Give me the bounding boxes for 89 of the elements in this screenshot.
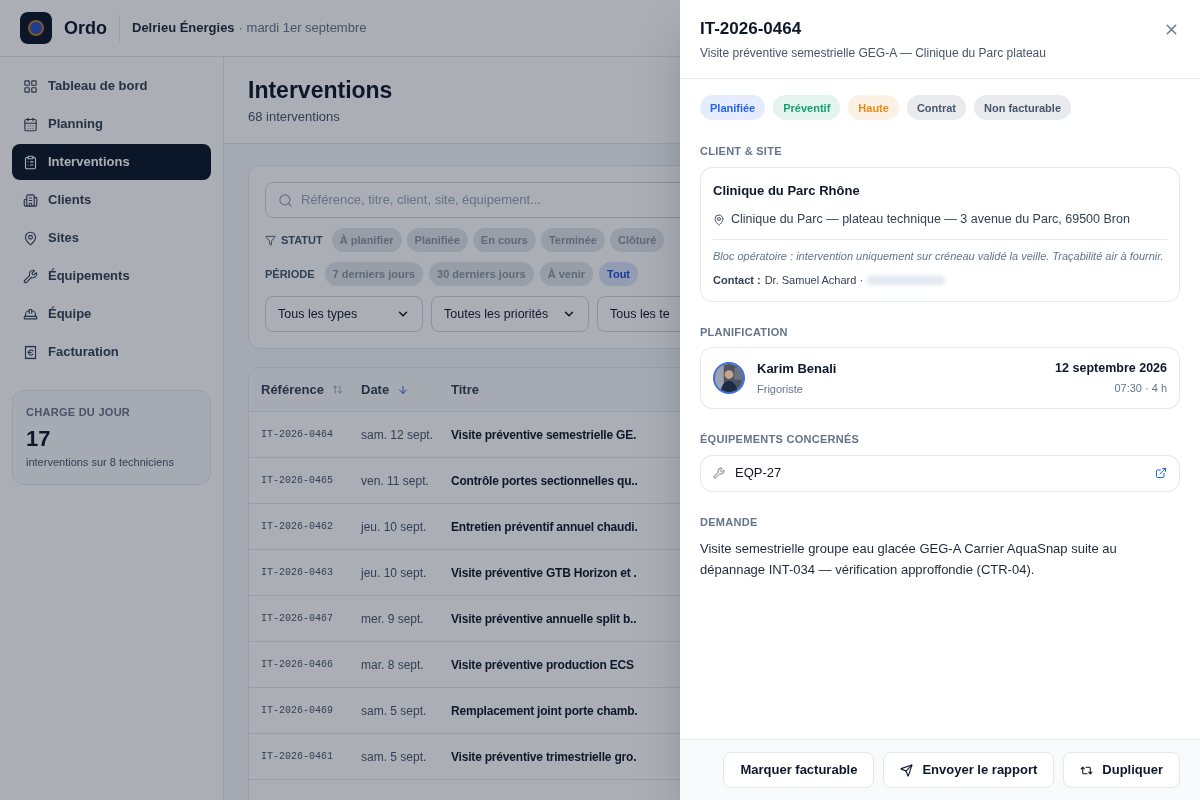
tag: Haute — [848, 95, 899, 121]
date-cell-text: sam. 5 sept. — [361, 748, 428, 766]
contact-name: Dr. Samuel Achard · — [764, 273, 864, 288]
equipment-row[interactable]: EQP-27 — [700, 454, 1180, 492]
column-header[interactable]: Date — [361, 379, 390, 400]
contact-label: Contact : — [713, 273, 761, 288]
drawer-title: IT-2026-0464 — [700, 18, 803, 40]
load-value: 17 — [26, 424, 52, 452]
date-cell-text: ven. 11 sept. — [361, 472, 430, 490]
reference-cell-text: IT-2026-0461 — [261, 750, 334, 764]
helmet-icon — [23, 306, 38, 322]
pin-icon — [23, 230, 38, 246]
sidebar-item[interactable]: Équipe — [12, 296, 211, 332]
tag: Planifiée — [700, 95, 766, 121]
reference-cell-text: IT-2026-0464 — [261, 428, 334, 442]
title-cell-text: Visite préventive GTB Horizon et . — [451, 564, 637, 582]
title-cell-text: Visite préventive annuelle split b.. — [451, 610, 637, 628]
sidebar-item[interactable]: Sites — [12, 220, 211, 256]
period-label: PÉRIODE — [265, 266, 315, 282]
sidebar-item[interactable]: Interventions — [12, 144, 211, 180]
client-name: Clinique du Parc Rhône — [713, 181, 861, 200]
reference-cell-text: IT-2026-0462 — [261, 520, 334, 534]
title-cell-text: Visite préventive trimestrielle gro. — [451, 748, 637, 766]
reference-cell-text: IT-2026-0465 — [261, 474, 334, 488]
reference-cell-text: IT-2026-0467 — [261, 612, 334, 626]
external-link-icon[interactable] — [1155, 467, 1167, 479]
sidebar-item[interactable]: Planning — [12, 106, 211, 142]
sidebar-item[interactable]: Facturation — [12, 334, 211, 370]
filter-icon — [265, 234, 276, 246]
action-button[interactable]: Envoyer le rapport — [883, 752, 1055, 788]
logo-icon — [20, 12, 52, 44]
site-address: Clinique du Parc — plateau technique — 3 avenue du Parc, 69500 Bron — [731, 211, 1130, 229]
page-title: Interventions — [248, 76, 394, 105]
receipt-icon — [23, 344, 38, 360]
date-cell-text: sam. 12 sept. — [361, 426, 435, 444]
send-icon — [900, 763, 914, 777]
date-cell-text: jeu. 10 sept. — [361, 564, 428, 582]
technician-name: Karim Benali — [757, 360, 838, 378]
card-title: CHARGE DU JOUR — [26, 405, 132, 420]
pin-icon — [713, 213, 725, 226]
tag: Contrat — [906, 95, 966, 121]
sidebar-item[interactable]: Tableau de bord — [12, 68, 211, 104]
wrench-icon — [713, 467, 725, 479]
site-note: Bloc opératoire : intervention uniquement sur créneau validé la veille. Traçabilité air à fournir. — [713, 249, 1165, 264]
request-text: Visite semestrielle groupe eau glacée GEG-A Carrier AquaSnap suite au dépannage INT-034 — vérification approffondie (CTR-04). — [700, 540, 1118, 579]
calendar-icon — [23, 116, 38, 132]
date-cell-text: mar. 8 sept. — [361, 656, 425, 674]
equipment-code: EQP-27 — [735, 464, 783, 483]
company-name: Delrieu Énergies — [132, 19, 235, 38]
column-header[interactable]: Titre — [451, 379, 479, 400]
column-header[interactable]: Référence — [261, 379, 324, 400]
planned-time: 07:30 · 4 h — [1113, 381, 1167, 397]
app-name: Ordo — [64, 14, 120, 42]
building-icon — [23, 192, 38, 208]
current-date: · mardi 1er septembre — [238, 19, 367, 38]
action-button[interactable]: Marquer facturable — [723, 752, 875, 788]
section-heading: CLIENT & SITE — [700, 144, 783, 160]
reference-cell-text: IT-2026-0463 — [261, 566, 334, 580]
action-button[interactable]: Dupliquer — [1063, 752, 1180, 788]
section-heading: DEMANDE — [700, 514, 759, 530]
load-caption: interventions sur 8 techniciens — [26, 455, 175, 470]
select-field[interactable]: Tous les types — [265, 296, 423, 332]
date-cell-text: sam. 5 sept. — [361, 702, 428, 720]
wrench-icon — [23, 268, 38, 284]
status-label: STATUT — [281, 232, 323, 248]
section-heading: ÉQUIPEMENTS CONCERNÉS — [700, 432, 861, 447]
title-cell-text: Entretien préventif annuel chaudi. — [451, 518, 638, 536]
sidebar-item[interactable]: Équipements — [12, 258, 211, 294]
title-cell-text: Remplacement joint porte chamb. — [451, 702, 638, 720]
grid-icon — [23, 78, 38, 94]
date-cell-text: mer. 9 sept. — [361, 610, 425, 628]
sidebar-item[interactable]: Clients — [12, 182, 211, 218]
technician-role: Frigoriste — [757, 381, 804, 397]
section-heading: PLANIFICATION — [700, 324, 789, 340]
select-field[interactable]: Toutes les priorités — [431, 296, 589, 332]
reference-cell-text: IT-2026-0466 — [261, 658, 334, 672]
date-cell-text: jeu. 10 sept. — [361, 518, 428, 536]
title-cell-text: Visite préventive production ECS — [451, 656, 634, 674]
title-cell-text: Visite préventive semestrielle GE. — [451, 426, 637, 444]
clipboard-icon — [23, 154, 38, 170]
page-subtitle: 68 interventions — [248, 107, 341, 126]
drawer-subtitle: Visite préventive semestrielle GEG-A — Clinique du Parc plateau — [700, 45, 1046, 63]
search-icon — [278, 192, 293, 208]
planned-date: 12 septembre 2026 — [1055, 360, 1167, 378]
reference-cell-text: IT-2026-0469 — [261, 704, 334, 718]
title-cell-text: Contrôle portes sectionnelles qu.. — [451, 472, 638, 490]
tag: Préventif — [773, 95, 841, 121]
tag: Non facturable — [974, 95, 1071, 121]
filter-chip[interactable]: Tout — [599, 262, 639, 286]
